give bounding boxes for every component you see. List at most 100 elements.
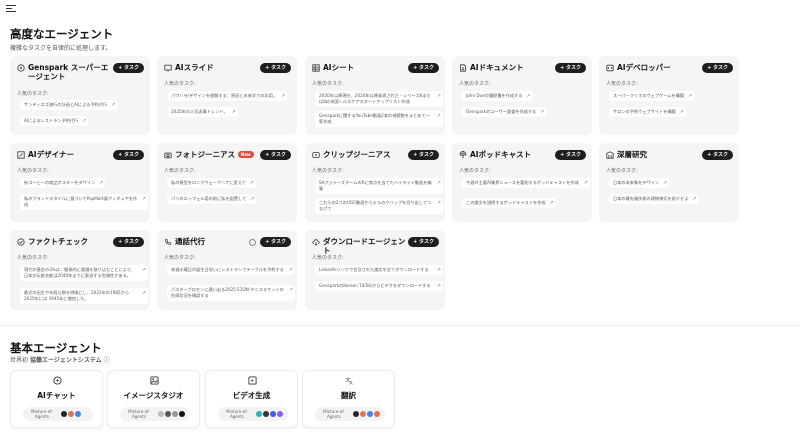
agent-card-ai-docs[interactable]: AIドキュメント + タスク 人気のタスク: John Doeの履歴書を作成する… [452, 56, 592, 135]
model-logo-icon [270, 411, 276, 417]
example-task-chip[interactable]: John Doeの履歴書を作成する [462, 91, 533, 101]
examples-label: 人気のタスク: [17, 91, 49, 97]
agent-card-clip-genius[interactable]: クリップジーニアス + タスク 人気のタスク: SAクジャーズチームのRに焦点を… [305, 143, 445, 222]
agent-card-call-agent[interactable]: 通話代行 + タスク 人気のタスク: 来週水曜日の誕生日祝いにレストランでテーブ… [157, 230, 297, 310]
agent-card-super-agent[interactable]: Genspark スーパーエージェント + タスク 人気のタスク: サンディエゴ… [10, 56, 150, 135]
add-task-button[interactable]: + タスク [113, 150, 144, 160]
example-task-chip[interactable]: 私のブランドスタイルに基づいてPopMart風フィギュアを作成 [20, 194, 148, 210]
example-task-chip[interactable]: SAクジャーズチームのRに焦点を当てたハイライト動画を編集 [315, 178, 443, 194]
agent-card-fact-check[interactable]: ファクトチェック + タスク 人気のタスク: 現代の基金の3%は、間接的に意識を… [10, 230, 150, 310]
model-logo-icon [172, 411, 178, 417]
basic-card-video-generation[interactable]: ビデオ生成 Mixture-of-Agents [205, 370, 298, 428]
slides-icon [164, 64, 172, 72]
add-task-button[interactable]: + タスク [702, 63, 733, 73]
agent-card-photo-genius[interactable]: フォトジーニアス New + タスク 人気のタスク: 私の髪型をロングウェーブヘ… [157, 143, 297, 222]
example-task-chip[interactable]: 今週の主要AI業界ニュースを要約するポッドキャストを作成 [462, 178, 590, 188]
add-task-button[interactable]: + タスク [408, 237, 439, 247]
factcheck-icon [17, 238, 25, 246]
example-task-chip[interactable]: 現代の基金の3%は、間接的に意識を取り込むことにより、日本の伝統芸能は2040年… [20, 265, 148, 281]
translate-icon: 文A [345, 376, 353, 385]
moa-label: Mixture-of-Agents [323, 409, 345, 419]
basic-section-subtitle: 世界初 協働エージェントシステム ⓘ [10, 355, 110, 364]
example-task-chip[interactable]: 日本の未来象をデザイン [609, 178, 670, 188]
example-task-chip[interactable]: サロンの予約ウェブサイトを構築 [609, 107, 686, 117]
example-task-chip[interactable]: スーパーマリオのウェブゲームを構築 [609, 91, 695, 101]
example-task-chip[interactable]: 私の髪型をロングウェーブヘアに変えて [167, 178, 256, 188]
examples-label: 人気のタスク: [312, 81, 344, 87]
add-task-button[interactable]: + タスク [408, 150, 439, 160]
podcast-icon [459, 151, 467, 159]
example-task-chip[interactable]: パスターブロモンに通い出る2025 E2ON:テニスラケットの在庫状況を確認する [167, 285, 295, 301]
example-task-chip[interactable]: 日本の最先端技術の建物様式を紹介せよ [609, 194, 699, 204]
model-logo-icon [367, 411, 373, 417]
card-title: ファクトチェック [28, 237, 88, 246]
model-logo-icon [68, 411, 74, 417]
info-icon[interactable]: ⓘ [104, 357, 110, 364]
example-task-chip[interactable]: 2025年の人気返事トレンド。 [167, 107, 238, 117]
example-task-chip[interactable]: これらの2つのUGC動画からキルのクリップを切り出してつなげて [315, 198, 443, 214]
add-task-button[interactable]: + タスク [260, 237, 291, 247]
add-task-button[interactable]: + タスク [260, 63, 291, 73]
settings-icon[interactable] [249, 239, 257, 246]
grid-sheet-icon [312, 64, 320, 72]
basic-card-image-studio[interactable]: イメージスタジオ Mixture-of-Agents [107, 370, 200, 428]
examples-label: 人気のタスク: [459, 168, 491, 174]
basic-card-title: ビデオ生成 [232, 391, 271, 400]
add-task-button[interactable]: + タスク [408, 63, 439, 73]
example-task-chip[interactable]: 来週水曜日の誕生日祝いにレストランでテーブルを予約する [167, 265, 295, 275]
example-task-chip[interactable]: サンディエゴ旅行の計画とAIによる予約代行 [20, 100, 118, 110]
example-task-chip[interactable]: Gensparkのユーザー調査を作成する [462, 107, 547, 117]
basic-card-ai-chat[interactable]: AIチャット Mixture-of-Agents [10, 370, 103, 428]
agent-card-ai-designer[interactable]: AIデザイナー + タスク 人気のタスク: 街コーヒーの商品ポスターをデザイン … [10, 143, 150, 222]
moa-pill: Mixture-of-Agents [218, 407, 288, 421]
examples-label: 人気のタスク: [606, 81, 638, 87]
add-task-button[interactable]: + タスク [113, 237, 144, 247]
card-title: 深層研究 [617, 150, 647, 159]
examples-label: 人気のタスク: [17, 168, 49, 174]
research-icon [606, 151, 614, 159]
advanced-section-subtitle: 複雑なタスクを自律的に処理します。 [10, 45, 112, 52]
new-badge: New [238, 151, 254, 158]
menu-icon[interactable] [6, 5, 16, 13]
agent-card-download-agent[interactable]: ダウンロードエージェント + タスク 人気のタスク: LinkedInリンクで言… [305, 230, 445, 310]
agent-card-ai-developer[interactable]: AIデベロッパー + タスク 人気のタスク: スーパーマリオのウェブゲームを構築… [599, 56, 739, 135]
example-task-chip[interactable]: GensparkのKorean TikTokからビデオをダウンロードする [315, 281, 443, 291]
image-studio-icon [150, 376, 159, 385]
moa-pill: Mixture-of-Agents [120, 407, 190, 421]
add-task-button[interactable]: + タスク [702, 150, 733, 160]
section-divider [0, 325, 800, 326]
example-task-chip[interactable]: パワハラ/デザインを理解する：原因と未来学での応用。 [167, 91, 288, 101]
moa-label: Mixture-of-Agents [31, 409, 53, 419]
example-task-chip[interactable]: Gensparkに関するYouTube動画2本の視聴数をまとめて一覧作成 [315, 111, 443, 127]
model-logo-icon [263, 411, 269, 417]
agent-card-ai-slides[interactable]: AIスライド + タスク 人気のタスク: パワハラ/デザインを理解する：原因と未… [157, 56, 297, 135]
model-logo-icon [353, 411, 359, 417]
card-title: AIデザイナー [28, 150, 74, 159]
example-task-chip[interactable]: AIによるレストラン予約代行 [20, 116, 89, 126]
agent-card-deep-research[interactable]: 深層研究 + タスク 人気のタスク: 日本の未来象をデザイン 日本の最先端技術の… [599, 143, 739, 222]
example-task-chip[interactable]: この論文を説明するポッドキャストを作成 [462, 198, 556, 208]
example-task-chip[interactable]: 2020年以降現在、2024年以降発表された・シリーズ8またはBの米国ヘルスケア… [315, 91, 443, 107]
model-logo-icon [179, 411, 185, 417]
developer-icon [606, 64, 614, 72]
add-task-button[interactable]: + タスク [555, 150, 586, 160]
basic-card-translation[interactable]: 文A 翻訳 Mixture-of-Agents [302, 370, 395, 428]
example-task-chip[interactable]: LinkedInリンクで言及された論文を全てダウンロードする [315, 265, 443, 275]
add-task-button[interactable]: + タスク [555, 63, 586, 73]
example-task-chip[interactable]: パリのエッフェル塔の前に私を配置して [167, 194, 257, 204]
moa-pill: Mixture-of-Agents [315, 407, 385, 421]
agent-card-ai-sheets[interactable]: AIシート + タスク 人気のタスク: 2020年以降現在、2024年以降発表さ… [305, 56, 445, 135]
card-title: ダウンロードエージェント [323, 237, 406, 255]
add-task-button[interactable]: + タスク [113, 63, 144, 73]
chat-icon [53, 376, 62, 385]
example-task-chip[interactable]: 街コーヒーの商品ポスターをデザイン [20, 178, 106, 188]
agent-card-ai-podcast[interactable]: AIポッドキャスト + タスク 人気のタスク: 今週の主要AI業界ニュースを要約… [452, 143, 592, 222]
examples-label: 人気のタスク: [164, 81, 196, 87]
add-task-button[interactable]: + タスク [260, 150, 291, 160]
examples-label: 人気のタスク: [459, 81, 491, 87]
model-logo-icon [277, 411, 283, 417]
model-logo-icon [158, 411, 164, 417]
example-task-chip[interactable]: 最近の出生や年経与数を明確にし、2022年の1985から2025年には 3945… [20, 288, 148, 304]
examples-label: 人気のタスク: [312, 255, 344, 261]
cloud-download-icon [312, 239, 320, 246]
